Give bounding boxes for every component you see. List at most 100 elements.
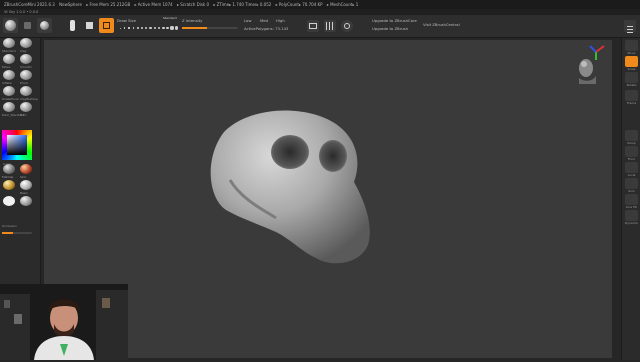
dynamic-button[interactable] — [625, 210, 638, 221]
draw-size-dot — [174, 26, 178, 30]
axis-gizmo-icon[interactable] — [589, 45, 605, 60]
material-label-skin: Skin — [20, 175, 27, 179]
title-scratch: ▸ Scratch Disk 0 — [176, 2, 210, 7]
draw-size-dot — [162, 26, 165, 30]
draw-size-dot — [157, 26, 161, 30]
draw-size-dot — [149, 26, 152, 30]
webcam-overlay — [0, 284, 128, 360]
hamburger-icon — [627, 26, 633, 33]
low-button[interactable]: Low — [244, 18, 251, 23]
gear-icon — [344, 23, 350, 29]
brush-label-snakehook: SnakeHook — [2, 97, 19, 101]
draw-mode-button[interactable] — [99, 18, 114, 33]
material-gold-icon[interactable] — [3, 180, 15, 190]
skull-model[interactable] — [210, 110, 370, 264]
grid-button[interactable] — [324, 20, 336, 32]
floor-button[interactable] — [625, 146, 638, 157]
brush-standard-icon[interactable] — [3, 38, 15, 48]
visit-central-link[interactable]: Visit ZBrushCentral — [423, 22, 460, 27]
draw-size-value: Standard — [163, 16, 177, 20]
title-polycount: ▸ PolyCount▸ 70.704 KP — [275, 2, 323, 7]
draw-size-dot — [124, 27, 126, 29]
med-button[interactable]: Med — [260, 18, 268, 23]
tool-button[interactable] — [37, 18, 52, 33]
persp-button[interactable] — [625, 130, 638, 141]
title-timer: ▸ ZTime▸ 1.740 Timer▸ 0.052 — [213, 2, 272, 7]
right-shelf: Move Scale Rotate Frame Persp Floor Loca… — [621, 38, 640, 360]
move-button[interactable] — [625, 40, 638, 51]
linefill-label: Line Fill — [625, 205, 638, 209]
frame-button[interactable] — [625, 90, 638, 101]
cube-icon — [86, 22, 93, 29]
draw-size-dot — [132, 27, 135, 29]
left-eye-socket — [271, 135, 309, 169]
rotate-button[interactable] — [625, 72, 638, 83]
brush-pinch-icon[interactable] — [20, 70, 32, 80]
upgrade-core-link[interactable]: Upgrade to ZBrushCore — [372, 18, 417, 23]
image-button[interactable] — [307, 20, 319, 32]
head-thumbnail-icon[interactable] — [579, 59, 596, 84]
shelf-right — [96, 290, 128, 360]
draw-size-slider[interactable] — [120, 26, 180, 30]
occlusion-label: Occlusion — [2, 224, 17, 228]
material-label-matcap: MatCap — [2, 175, 14, 179]
brush-label-move: Move — [2, 65, 11, 69]
high-button[interactable]: High — [276, 18, 285, 23]
brush-label-clay: Clay — [20, 49, 27, 53]
draw-size-dot — [166, 26, 170, 30]
zintensity-fill — [182, 27, 208, 29]
brush-label-inflate: Inflate — [2, 81, 12, 85]
title-free-mem: ▸ Free Mem 25.212GB — [86, 2, 131, 7]
brush-inflate-icon[interactable] — [3, 70, 15, 80]
menu-button[interactable] — [624, 20, 636, 33]
material-white-icon[interactable] — [3, 196, 15, 206]
settings-button[interactable] — [341, 20, 353, 32]
active-polygons: ActivePolygons: 73.143 — [244, 26, 289, 31]
zintensity-slider[interactable] — [182, 27, 238, 29]
material-basic-icon[interactable] — [20, 180, 32, 190]
material-grey-icon[interactable] — [20, 196, 32, 206]
upgrade-zbrush-link[interactable]: Upgrade to ZBrush — [372, 26, 408, 31]
occlusion-slider[interactable] — [2, 232, 32, 234]
color-wheel[interactable] — [2, 130, 32, 160]
title-bar: ZBrushCoreMini 2021.6.3 NewSphere ▸ Free… — [0, 0, 640, 9]
brush-label-standard: Standard — [2, 49, 16, 53]
material-label-basic: Basic — [20, 191, 28, 195]
sphere-brush-button[interactable] — [3, 18, 18, 33]
brush-trim-icon[interactable] — [20, 102, 32, 112]
floor-label: Floor — [627, 157, 636, 161]
solo-button[interactable] — [625, 178, 638, 189]
draw-size-dot — [153, 26, 157, 30]
sub-bar-text: Vt Sky 1.0.0 • 0.0.0 — [4, 10, 39, 14]
local-label: Local — [627, 173, 636, 177]
brush-clay-icon[interactable] — [20, 38, 32, 48]
webcam-scene — [0, 284, 128, 360]
draw-size-dot — [145, 26, 148, 30]
right-eye-socket — [319, 140, 347, 172]
persp-label: Persp — [627, 141, 636, 145]
brush-smooth-icon[interactable] — [20, 54, 32, 64]
color-square[interactable] — [7, 135, 27, 155]
brush-claybuildup-icon[interactable] — [20, 86, 32, 96]
draw-size-dot — [128, 27, 130, 29]
scale-button[interactable] — [625, 56, 638, 67]
frame-label: Frame — [626, 101, 637, 105]
brush-label-claybuildup: ClayBuildup — [20, 97, 38, 101]
texture-button[interactable] — [82, 18, 97, 33]
brush-move-icon[interactable] — [3, 54, 15, 64]
dynamic-label: Dynamic — [624, 221, 639, 225]
draw-size-dot — [170, 26, 174, 30]
viewport-canvas[interactable] — [44, 40, 612, 358]
stroke-button[interactable] — [20, 18, 35, 33]
material-skin-icon[interactable] — [20, 164, 32, 174]
color-picker-button[interactable] — [65, 18, 80, 33]
brush-damstandard-icon[interactable] — [3, 102, 15, 112]
viewport-svg — [210, 45, 605, 264]
grid-icon — [326, 22, 334, 30]
brush-snakehook-icon[interactable] — [3, 86, 15, 96]
material-matcap-icon[interactable] — [3, 164, 15, 174]
linefill-button[interactable] — [625, 194, 638, 205]
local-button[interactable] — [625, 162, 638, 173]
move-label: Move — [627, 51, 636, 55]
zintensity-label: Z Intensity — [182, 18, 203, 23]
